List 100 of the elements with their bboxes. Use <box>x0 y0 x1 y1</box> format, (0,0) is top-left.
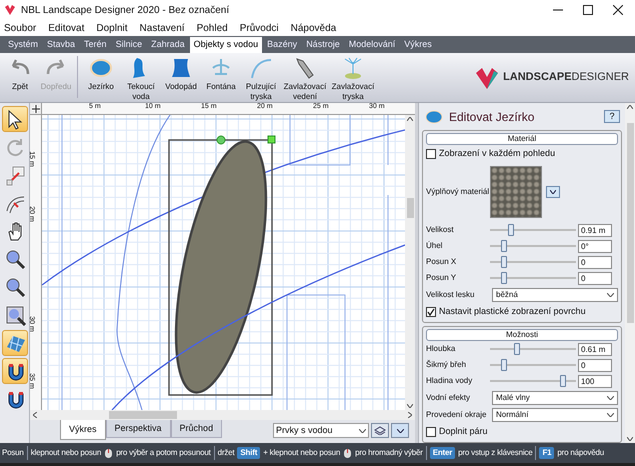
scroll-right-icon[interactable] <box>408 412 412 418</box>
dropdown[interactable]: Malé vlny <box>492 390 618 404</box>
ribbon-tab[interactable]: Stavba <box>43 37 80 53</box>
ribbon-tab[interactable]: Výkres <box>400 37 436 53</box>
checkbox[interactable] <box>426 148 436 158</box>
ribbon-tab[interactable]: Modelování <box>344 37 400 53</box>
checkbox-label: Zobrazení v každém pohledu <box>439 146 556 160</box>
slider[interactable] <box>490 224 576 236</box>
menu-item[interactable]: Soubor <box>4 20 36 36</box>
layers-button[interactable] <box>371 423 389 438</box>
status-text: Posun <box>2 447 24 459</box>
status-text: pro vstup z klávesnice <box>458 447 532 459</box>
toolbar-button[interactable]: Zavlažovací vedení <box>281 56 329 102</box>
slider-thumb[interactable] <box>514 343 520 355</box>
menu-item[interactable]: Doplnit <box>96 20 128 36</box>
slider[interactable] <box>490 359 576 371</box>
crosshair-icon <box>32 104 40 112</box>
scrollbar[interactable] <box>625 103 635 443</box>
field-label: Úhel <box>426 240 444 252</box>
scroll-up-icon[interactable] <box>627 105 633 109</box>
value-field[interactable]: 0.91 m <box>578 224 612 236</box>
menu-item[interactable]: Editovat <box>48 20 84 36</box>
menu-item[interactable]: Nápověda <box>290 20 336 36</box>
ribbon-tab[interactable]: Terén <box>80 37 111 53</box>
view-tab[interactable]: Průchod <box>170 420 222 438</box>
material-dropdown-button[interactable] <box>546 186 560 198</box>
toolbar-button[interactable]: Zpět <box>2 56 38 92</box>
toolbar-button[interactable]: Jezírko <box>81 56 121 92</box>
ribbon-tab[interactable]: Bazény <box>263 37 302 53</box>
value-field[interactable]: 0.61 m <box>578 342 612 356</box>
value-field[interactable]: 0° <box>578 240 612 252</box>
slider-thumb[interactable] <box>501 272 508 284</box>
chevron-down-icon <box>550 190 556 194</box>
logo-text: LANDSCAPE <box>503 70 572 86</box>
slider[interactable] <box>490 375 576 387</box>
key-badge: Shift <box>237 447 260 459</box>
ribbon-tab[interactable]: Systém <box>4 37 42 53</box>
slider-thumb[interactable] <box>560 375 566 387</box>
view-tab[interactable]: Perspektiva <box>106 420 171 438</box>
tool-button[interactable] <box>2 358 28 384</box>
slider[interactable] <box>490 272 576 284</box>
chevron-down-icon <box>607 396 614 400</box>
scrollbar[interactable] <box>405 115 415 410</box>
layer-dropdown[interactable]: Prvky s vodou <box>273 423 369 438</box>
value-field[interactable]: 0 <box>578 272 612 284</box>
slider[interactable] <box>490 343 576 355</box>
ribbon-tab[interactable]: Nástroje <box>302 37 344 53</box>
zoom-icon <box>4 248 26 270</box>
dropdown-button[interactable] <box>391 423 409 438</box>
help-button[interactable]: ? <box>604 110 620 123</box>
menu-item[interactable]: Průvodci <box>240 20 279 36</box>
dropdown[interactable]: běžná <box>492 288 618 302</box>
field-label: Provedení okraje <box>426 408 488 420</box>
mouse-icon <box>343 448 352 458</box>
line-tool-icon <box>4 164 26 186</box>
toolbar-button[interactable]: Fontána <box>201 56 241 92</box>
slider-thumb[interactable] <box>501 256 508 268</box>
status-text: držet <box>218 447 234 459</box>
scroll-down-icon[interactable] <box>407 404 413 408</box>
menu-item[interactable]: Nastavení <box>140 20 185 36</box>
slider-thumb[interactable] <box>501 240 508 252</box>
checkbox[interactable] <box>426 426 436 436</box>
toolbar-button[interactable]: Pulzující tryska <box>241 56 281 102</box>
scroll-thumb[interactable] <box>406 198 414 218</box>
scroll-down-icon[interactable] <box>627 437 633 441</box>
maximize-icon[interactable] <box>583 5 593 15</box>
checkbox-label: Doplnit páru <box>439 424 488 438</box>
slider-thumb[interactable] <box>501 359 508 371</box>
scroll-up-icon[interactable] <box>407 117 413 121</box>
toolbar-button[interactable]: Vodopád <box>161 56 201 92</box>
dropdown[interactable]: Normální <box>492 408 618 422</box>
value-field[interactable]: 0 <box>578 256 612 268</box>
slider[interactable] <box>490 256 576 268</box>
status-text: pro výběr a potom posunout <box>116 447 211 459</box>
scrollbar[interactable] <box>30 410 415 420</box>
checkbox[interactable] <box>426 306 436 316</box>
close-icon[interactable] <box>613 5 623 15</box>
value-field[interactable]: 100 <box>578 374 612 388</box>
key-badge: Enter <box>430 447 456 459</box>
toolbar-button[interactable]: Zavlažovací tryska <box>329 56 377 102</box>
menu-item[interactable]: Pohled <box>196 20 228 36</box>
ribbon-tab[interactable]: Objekty s vodou <box>190 37 262 53</box>
zoom-icon <box>4 276 26 298</box>
ribbon-tab[interactable]: Zahrada <box>147 37 189 53</box>
scroll-thumb[interactable] <box>109 411 177 419</box>
ribbon-tab[interactable]: Silnice <box>112 37 146 53</box>
slider-thumb[interactable] <box>508 224 514 236</box>
rotate-handle[interactable] <box>216 136 226 144</box>
panel-title: Editovat Jezírko <box>449 108 534 126</box>
view-tab[interactable]: Výkres <box>60 420 106 440</box>
tool-button[interactable] <box>2 106 28 132</box>
ruler-corner[interactable] <box>30 103 42 115</box>
scroll-thumb[interactable] <box>626 123 634 323</box>
section-header: Materiál <box>426 133 618 145</box>
resize-handle[interactable] <box>268 136 276 144</box>
chevron-down-icon <box>359 428 366 432</box>
scroll-left-icon[interactable] <box>33 412 37 418</box>
value-field[interactable]: 0 <box>578 358 612 372</box>
toolbar-button[interactable]: Tekoucí voda <box>121 56 161 102</box>
slider[interactable] <box>490 240 576 252</box>
